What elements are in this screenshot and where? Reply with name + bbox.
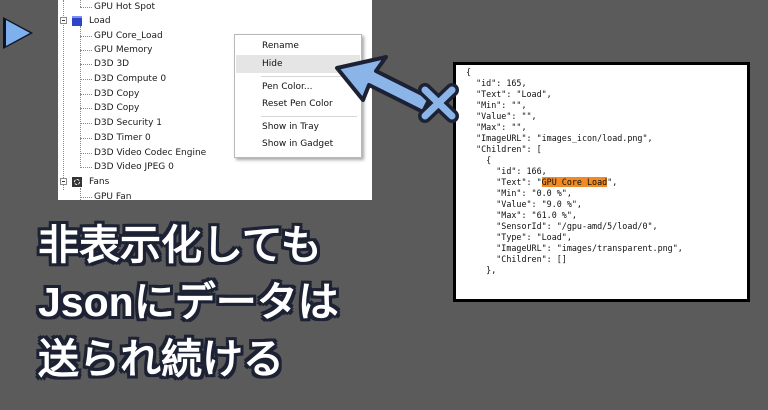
cross-icon <box>418 83 459 123</box>
caption-line-1: 非表示化しても <box>38 222 322 268</box>
caption-line-3: 送られ続ける <box>38 336 284 382</box>
arrow-icon <box>335 55 432 114</box>
caption-line-2: Jsonにデータは <box>38 279 339 325</box>
